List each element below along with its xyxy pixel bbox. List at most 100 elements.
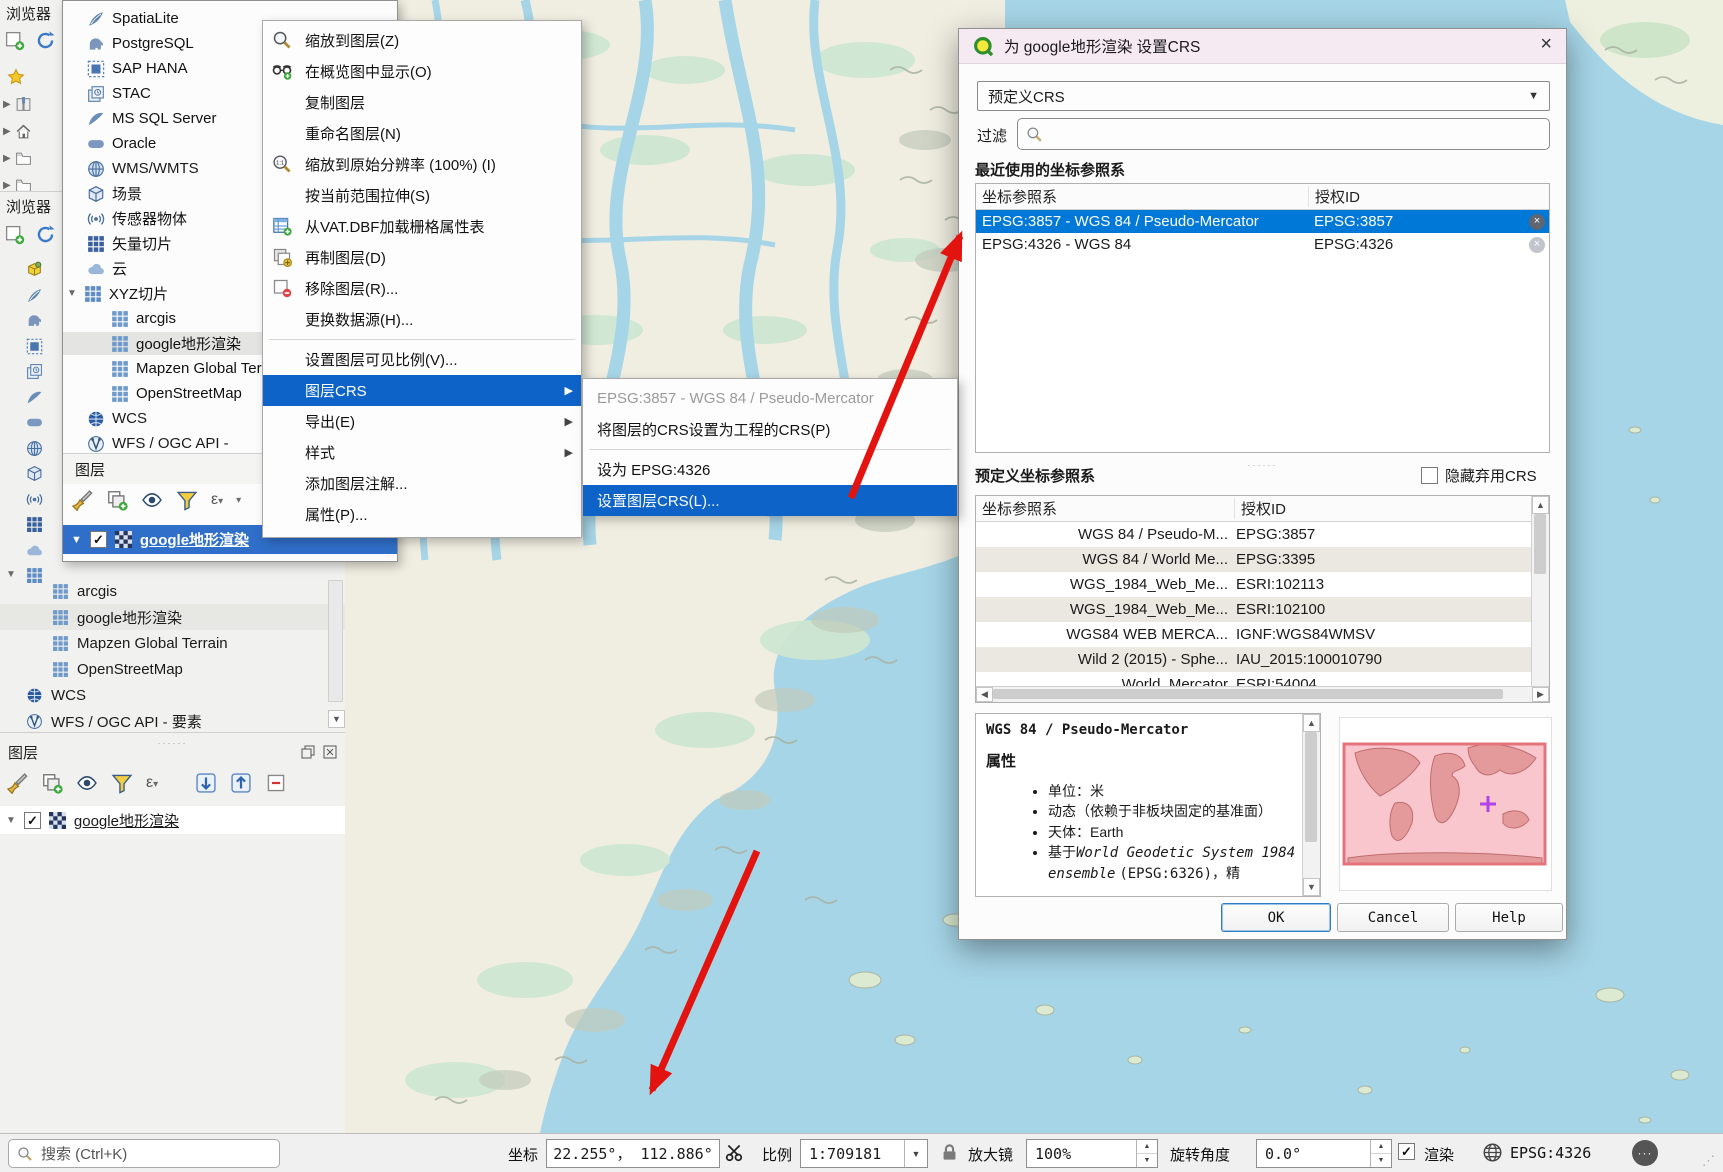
recent-crs-row-4326[interactable]: EPSG:4326 - WGS 84 EPSG:4326 × bbox=[976, 233, 1549, 256]
sensor-icon[interactable] bbox=[26, 490, 43, 508]
menu-remove-layer[interactable]: 移除图层(R)... bbox=[263, 273, 581, 304]
expanded-arrow[interactable]: ▼ bbox=[67, 288, 77, 299]
menu-duplicate-layer[interactable]: 再制图层(D) bbox=[263, 242, 581, 273]
ftree-wcs[interactable]: WCS bbox=[87, 407, 147, 430]
collapse-all-icon[interactable] bbox=[230, 772, 252, 794]
style-brush-icon[interactable] bbox=[71, 489, 93, 511]
ok-button[interactable]: OK bbox=[1221, 903, 1331, 932]
layer-row-google-terrain[interactable]: ▼ ✓ google地形渲染 bbox=[0, 806, 345, 834]
expression-filter-icon[interactable]: ε▾ bbox=[146, 774, 158, 792]
ftree-arcgis[interactable]: arcgis bbox=[111, 307, 176, 330]
predefined-crs-table[interactable]: 坐标参照系 授权ID WGS 84 / Pseudo-M...EPSG:3857… bbox=[975, 495, 1550, 703]
style-brush-icon[interactable] bbox=[6, 772, 28, 794]
menu-styles[interactable]: 样式▶ bbox=[263, 437, 581, 468]
filter-funnel-icon[interactable] bbox=[111, 772, 133, 794]
crs-filter-input[interactable] bbox=[1017, 118, 1550, 150]
add-layer-icon[interactable] bbox=[4, 224, 25, 245]
menu-set-scale-visibility[interactable]: 设置图层可见比例(V)... bbox=[263, 344, 581, 375]
help-button[interactable]: Help bbox=[1455, 903, 1563, 932]
h-scrollbar[interactable]: ◀ ▶ bbox=[976, 686, 1549, 702]
spinner-buttons[interactable]: ▲▼ bbox=[1136, 1140, 1157, 1167]
scroll-thumb[interactable] bbox=[993, 689, 1503, 699]
resize-grip[interactable]: ⋰ bbox=[1702, 1153, 1715, 1169]
layer-expander[interactable]: ▼ bbox=[6, 815, 16, 826]
submenu-set-epsg4326[interactable]: 设为 EPSG:4326 bbox=[583, 454, 957, 485]
expand-all-icon[interactable] bbox=[195, 772, 217, 794]
menu-change-datasource[interactable]: 更换数据源(H)... bbox=[263, 304, 581, 335]
menu-stretch-extent[interactable]: 按当前范围拉伸(S) bbox=[263, 180, 581, 211]
ftree-vector-tiles[interactable]: 矢量切片 bbox=[87, 232, 172, 255]
ftree-wms[interactable]: WMS/WMTS bbox=[87, 157, 199, 180]
visibility-eye-icon[interactable] bbox=[141, 489, 163, 511]
postgresql-icon[interactable] bbox=[26, 311, 43, 329]
ftree-spatialite[interactable]: SpatiaLite bbox=[87, 7, 179, 30]
browser-item-home[interactable]: ▶ bbox=[3, 123, 32, 140]
crs-row[interactable]: WGS_1984_Web_Me...ESRI:102100 bbox=[976, 597, 1549, 622]
predefined-crs-header[interactable]: 坐标参照系 授权ID bbox=[976, 496, 1549, 522]
crs-row[interactable]: WGS_1984_Web_Me...ESRI:102113 bbox=[976, 572, 1549, 597]
checkbox-box[interactable] bbox=[1421, 467, 1438, 484]
visibility-eye-icon[interactable] bbox=[76, 772, 98, 794]
tree-item-openstreetmap[interactable]: OpenStreetMap bbox=[0, 656, 345, 682]
ftree-wfs[interactable]: WFS / OGC API - bbox=[87, 432, 229, 455]
spinner-buttons[interactable]: ▲▼ bbox=[1370, 1140, 1391, 1167]
submenu-set-layer-crs[interactable]: 设置图层CRS(L)... bbox=[583, 485, 957, 516]
tree-item-google-terrain[interactable]: google地形渲染 bbox=[0, 604, 345, 630]
layer-checkbox[interactable]: ✓ bbox=[24, 812, 41, 829]
search-input[interactable]: 搜索 (Ctrl+K) bbox=[8, 1139, 280, 1168]
menu-zoom-native[interactable]: 缩放到原始分辨率 (100%) (I) bbox=[263, 149, 581, 180]
crs-row[interactable]: WGS 84 / Pseudo-M...EPSG:3857 bbox=[976, 522, 1549, 547]
cancel-button[interactable]: Cancel bbox=[1337, 903, 1449, 932]
ftree-mapzen[interactable]: Mapzen Global Terrain bbox=[111, 357, 287, 380]
dialog-close-button[interactable]: × bbox=[1540, 33, 1552, 56]
cloud-icon[interactable] bbox=[26, 541, 43, 559]
crs-row[interactable]: WGS84 WEB MERCA...IGNF:WGS84WMSV bbox=[976, 622, 1549, 647]
extents-toggle-icon[interactable] bbox=[724, 1143, 744, 1163]
expression-filter-icon[interactable]: ε▾ bbox=[211, 491, 223, 509]
filter-funnel-icon[interactable] bbox=[176, 489, 198, 511]
tree-item-arcgis[interactable]: arcgis bbox=[0, 578, 345, 604]
crs-mode-select[interactable]: 预定义CRS ▼ bbox=[977, 81, 1550, 111]
refresh-icon[interactable] bbox=[35, 224, 56, 245]
ftree-sensor[interactable]: 传感器物体 bbox=[87, 207, 187, 230]
scroll-thumb[interactable] bbox=[1305, 732, 1317, 842]
crs-row[interactable]: WGS 84 / World Me...EPSG:3395 bbox=[976, 547, 1549, 572]
add-group-icon[interactable] bbox=[106, 489, 128, 511]
v-scrollbar[interactable]: ▲ bbox=[1531, 496, 1549, 687]
submenu-set-to-project-crs[interactable]: 将图层的CRS设置为工程的CRS(P) bbox=[583, 414, 957, 445]
remove-recent-icon[interactable]: × bbox=[1529, 214, 1545, 230]
vector-tiles-icon[interactable] bbox=[26, 515, 43, 533]
more-icon[interactable]: ▾ bbox=[236, 495, 241, 506]
wms-icon[interactable] bbox=[26, 439, 43, 457]
add-layer-icon[interactable] bbox=[4, 30, 25, 51]
scroll-down-button[interactable]: ▼ bbox=[1303, 878, 1320, 896]
hide-deprecated-checkbox[interactable]: 隐藏弃用CRS bbox=[1421, 465, 1537, 486]
recent-crs-table[interactable]: 坐标参照系 授权ID EPSG:3857 - WGS 84 / Pseudo-M… bbox=[975, 183, 1550, 453]
scroll-up-button[interactable]: ▲ bbox=[1532, 496, 1549, 514]
tree-item-wfs[interactable]: WFS / OGC API - 要素 bbox=[0, 708, 345, 734]
scroll-left-button[interactable]: ◀ bbox=[976, 687, 993, 702]
ftree-oracle[interactable]: Oracle bbox=[87, 132, 156, 155]
info-v-scrollbar[interactable]: ▲ ▼ bbox=[1302, 714, 1320, 896]
panel-splitter[interactable]: ······ bbox=[0, 732, 345, 750]
refresh-icon[interactable] bbox=[35, 30, 56, 51]
ftree-xyz[interactable]: ▼XYZ切片 bbox=[67, 282, 168, 305]
scene-icon[interactable] bbox=[26, 464, 43, 482]
scroll-right-button[interactable]: ▶ bbox=[1532, 687, 1549, 702]
ftree-stac[interactable]: STAC bbox=[87, 82, 151, 105]
browser-item-favorites[interactable] bbox=[3, 68, 25, 86]
menu-load-vat[interactable]: 从VAT.DBF加载栅格属性表 bbox=[263, 211, 581, 242]
float-panel-icon[interactable] bbox=[300, 744, 316, 760]
recent-crs-header[interactable]: 坐标参照系 授权ID bbox=[976, 184, 1549, 210]
stac-icon[interactable] bbox=[26, 362, 43, 380]
remove-layer-icon[interactable] bbox=[265, 772, 287, 794]
tree-item-wcs[interactable]: WCS bbox=[0, 682, 345, 708]
scroll-up-button[interactable]: ▲ bbox=[1303, 714, 1320, 732]
layer-expander[interactable]: ▼ bbox=[71, 534, 82, 546]
coordinate-display[interactable]: 22.255°， 112.886° bbox=[546, 1139, 720, 1168]
geopackage-icon[interactable] bbox=[26, 260, 43, 278]
scroll-thumb[interactable] bbox=[1534, 514, 1546, 574]
ftree-cloud[interactable]: 云 bbox=[87, 257, 127, 280]
lock-scale-icon[interactable] bbox=[940, 1143, 959, 1162]
scale-combobox[interactable]: 1:709181 ▼ bbox=[800, 1139, 928, 1168]
